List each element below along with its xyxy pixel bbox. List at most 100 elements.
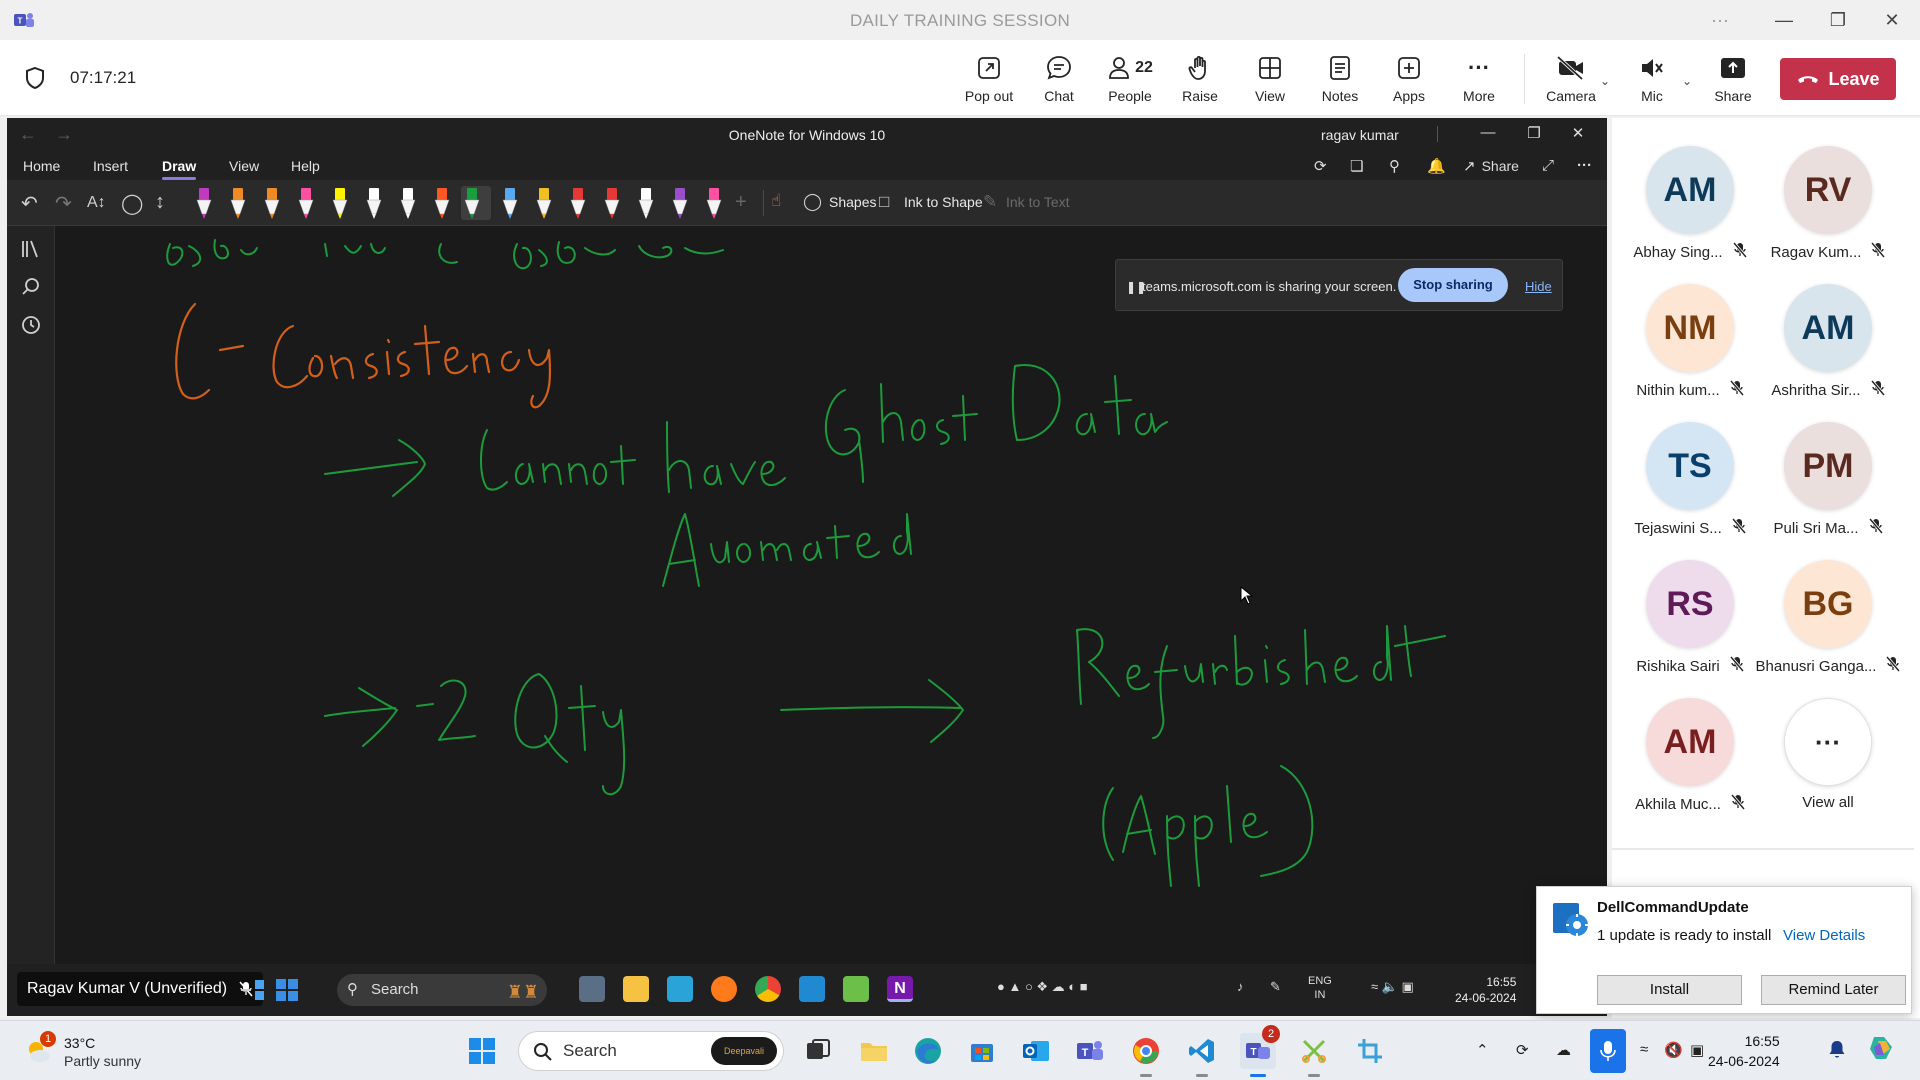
pen-6-icon[interactable] [363, 186, 385, 220]
pen-14-icon[interactable] [635, 186, 657, 220]
participant-card[interactable]: AM Ashritha Sir... [1760, 284, 1896, 400]
note-canvas[interactable] [55, 226, 1607, 1016]
pen-10-icon[interactable] [499, 186, 521, 220]
battery-icon[interactable]: ▣ [1690, 1041, 1704, 1059]
ink-to-text-icon[interactable]: ✎ [983, 192, 997, 212]
onenote-minimize-button[interactable]: — [1470, 124, 1506, 141]
hide-banner-link[interactable]: Hide [1525, 279, 1552, 294]
share-button[interactable]: Share [1701, 52, 1765, 104]
language-indicator[interactable]: ENG IN [1308, 974, 1332, 1002]
chrome-button[interactable] [1128, 1033, 1164, 1077]
search-icon[interactable] [20, 276, 42, 298]
mic-button[interactable]: Mic [1620, 52, 1684, 104]
copilot-icon[interactable] [1866, 1033, 1896, 1067]
view-button[interactable]: View [1238, 52, 1302, 104]
inner-tray-icons[interactable]: ● ▲ ○ ❖ ☁ ◐ ■ [997, 979, 1088, 995]
window-close-button[interactable]: ✕ [1872, 6, 1912, 34]
taskbar-search-box[interactable]: Search Deepavali [518, 1031, 784, 1071]
ink-replay-icon[interactable]: ☝ [771, 191, 781, 211]
redo-icon[interactable]: ↷ [55, 191, 72, 216]
teams-new-button[interactable]: T 2 [1240, 1025, 1280, 1077]
shapes-icon[interactable]: ◯ [803, 192, 822, 212]
inner-mic-icon[interactable]: ♪ [1237, 979, 1244, 994]
inner-wifi-sound-battery-icons[interactable]: ≈ 🔈 ▣ [1371, 979, 1414, 995]
recent-clock-icon[interactable] [20, 314, 42, 336]
participant-card[interactable]: AM Abhay Sing... [1622, 146, 1758, 262]
system-clock[interactable]: 16:55 24-06-2024 [1708, 1031, 1780, 1071]
snipping-tool-button[interactable] [1296, 1033, 1332, 1077]
camera-button[interactable]: Camera [1539, 52, 1603, 104]
pen-5-icon[interactable] [329, 186, 351, 220]
vscode-button[interactable] [1184, 1033, 1220, 1077]
store-icon[interactable] [667, 976, 693, 1002]
pen-7-icon[interactable] [397, 186, 419, 220]
pen-3-icon[interactable] [261, 186, 283, 220]
onenote-more-icon[interactable]: ··· [1577, 157, 1592, 174]
teams-taskbar-button[interactable]: T [1072, 1033, 1108, 1069]
pen-1-icon[interactable] [193, 186, 215, 220]
vscode-icon[interactable] [799, 976, 825, 1002]
participant-card[interactable]: NM Nithin kum... [1622, 284, 1758, 400]
notebook-pages-icon[interactable]: ❏ [1350, 157, 1363, 175]
onenote-restore-button[interactable]: ❐ [1516, 124, 1552, 142]
remind-later-button[interactable]: Remind Later [1761, 975, 1906, 1005]
file-explorer-alt-icon[interactable] [579, 976, 605, 1002]
onedrive-tray-icon[interactable]: ☁ [1556, 1041, 1571, 1059]
onenote-share-button[interactable]: ↗ Share [1463, 157, 1519, 175]
pen-12-icon[interactable] [567, 186, 589, 220]
install-button[interactable]: Install [1597, 975, 1742, 1005]
participant-card[interactable]: PM Puli Sri Ma... [1760, 422, 1896, 538]
pen-2-icon[interactable] [227, 186, 249, 220]
windows-start-icon[interactable] [273, 976, 301, 1004]
file-explorer-button[interactable] [856, 1033, 892, 1069]
pen-16-icon[interactable] [703, 186, 725, 220]
tab-view[interactable]: View [229, 158, 259, 174]
show-hidden-icons-chevron-icon[interactable]: ⌃ [1476, 1041, 1489, 1059]
weather-widget[interactable]: 1 33°C Partly sunny [18, 1031, 178, 1071]
chrome-icon[interactable] [755, 976, 781, 1002]
sync-icon[interactable]: ⟳ [1314, 157, 1327, 175]
speaker-muted-icon[interactable]: 🔇 [1664, 1041, 1683, 1059]
onenote-close-button[interactable]: ✕ [1560, 124, 1596, 142]
pen-11-icon[interactable] [533, 186, 555, 220]
pen-15-icon[interactable] [669, 186, 691, 220]
pen-9-icon[interactable] [461, 186, 491, 220]
ink-to-shape-icon[interactable]: □ [879, 192, 889, 212]
tab-insert[interactable]: Insert [93, 158, 128, 174]
people-button[interactable]: 22 People [1098, 52, 1162, 104]
tab-home[interactable]: Home [23, 158, 60, 174]
onenote-user-name[interactable]: ragav kumar [1321, 127, 1399, 143]
store-button[interactable] [964, 1033, 1000, 1069]
notes-button[interactable]: Notes [1308, 52, 1372, 104]
snipping-tool-icon[interactable] [843, 976, 869, 1002]
type-select-icon[interactable]: A↕ [87, 194, 106, 212]
pen-13-icon[interactable] [601, 186, 623, 220]
leave-button[interactable]: Leave [1780, 58, 1896, 100]
onenote-taskbar-icon[interactable]: N [887, 976, 913, 1002]
notebooks-icon[interactable] [20, 238, 42, 260]
window-minimize-button[interactable]: — [1764, 6, 1804, 34]
fullscreen-icon[interactable]: ⤢ [1542, 157, 1554, 174]
apps-button[interactable]: Apps [1377, 52, 1441, 104]
add-pen-icon[interactable]: + [735, 191, 747, 214]
undo-icon[interactable]: ↶ [21, 191, 38, 216]
microphone-in-use-button[interactable] [1590, 1029, 1626, 1073]
lasso-select-icon[interactable]: ◯ [121, 191, 143, 216]
ink-to-shape-button[interactable]: Ink to Shape [904, 194, 983, 210]
folder-icon[interactable] [623, 976, 649, 1002]
edge-button[interactable] [910, 1033, 946, 1069]
add-space-icon[interactable]: ↕ [155, 191, 165, 214]
inner-clock[interactable]: 16:55 24-06-2024 [1455, 974, 1516, 1006]
participant-card[interactable]: AM Akhila Muc... [1622, 698, 1758, 814]
chat-button[interactable]: Chat [1027, 52, 1091, 104]
camera-options-chevron-icon[interactable]: ⌄ [1600, 74, 1610, 88]
tab-help[interactable]: Help [291, 158, 320, 174]
more-button[interactable]: ··· More [1447, 52, 1511, 104]
shapes-button[interactable]: Shapes [829, 194, 876, 210]
tab-draw[interactable]: Draw [162, 158, 197, 180]
task-view-icon[interactable] [239, 976, 267, 1004]
inner-search-box[interactable]: ⚲ Search ♜♜ [337, 974, 547, 1006]
participant-card[interactable]: RV Ragav Kum... [1760, 146, 1896, 262]
participant-card[interactable]: BG Bhanusri Ganga... [1756, 560, 1901, 676]
outlook-button[interactable] [1018, 1033, 1054, 1069]
